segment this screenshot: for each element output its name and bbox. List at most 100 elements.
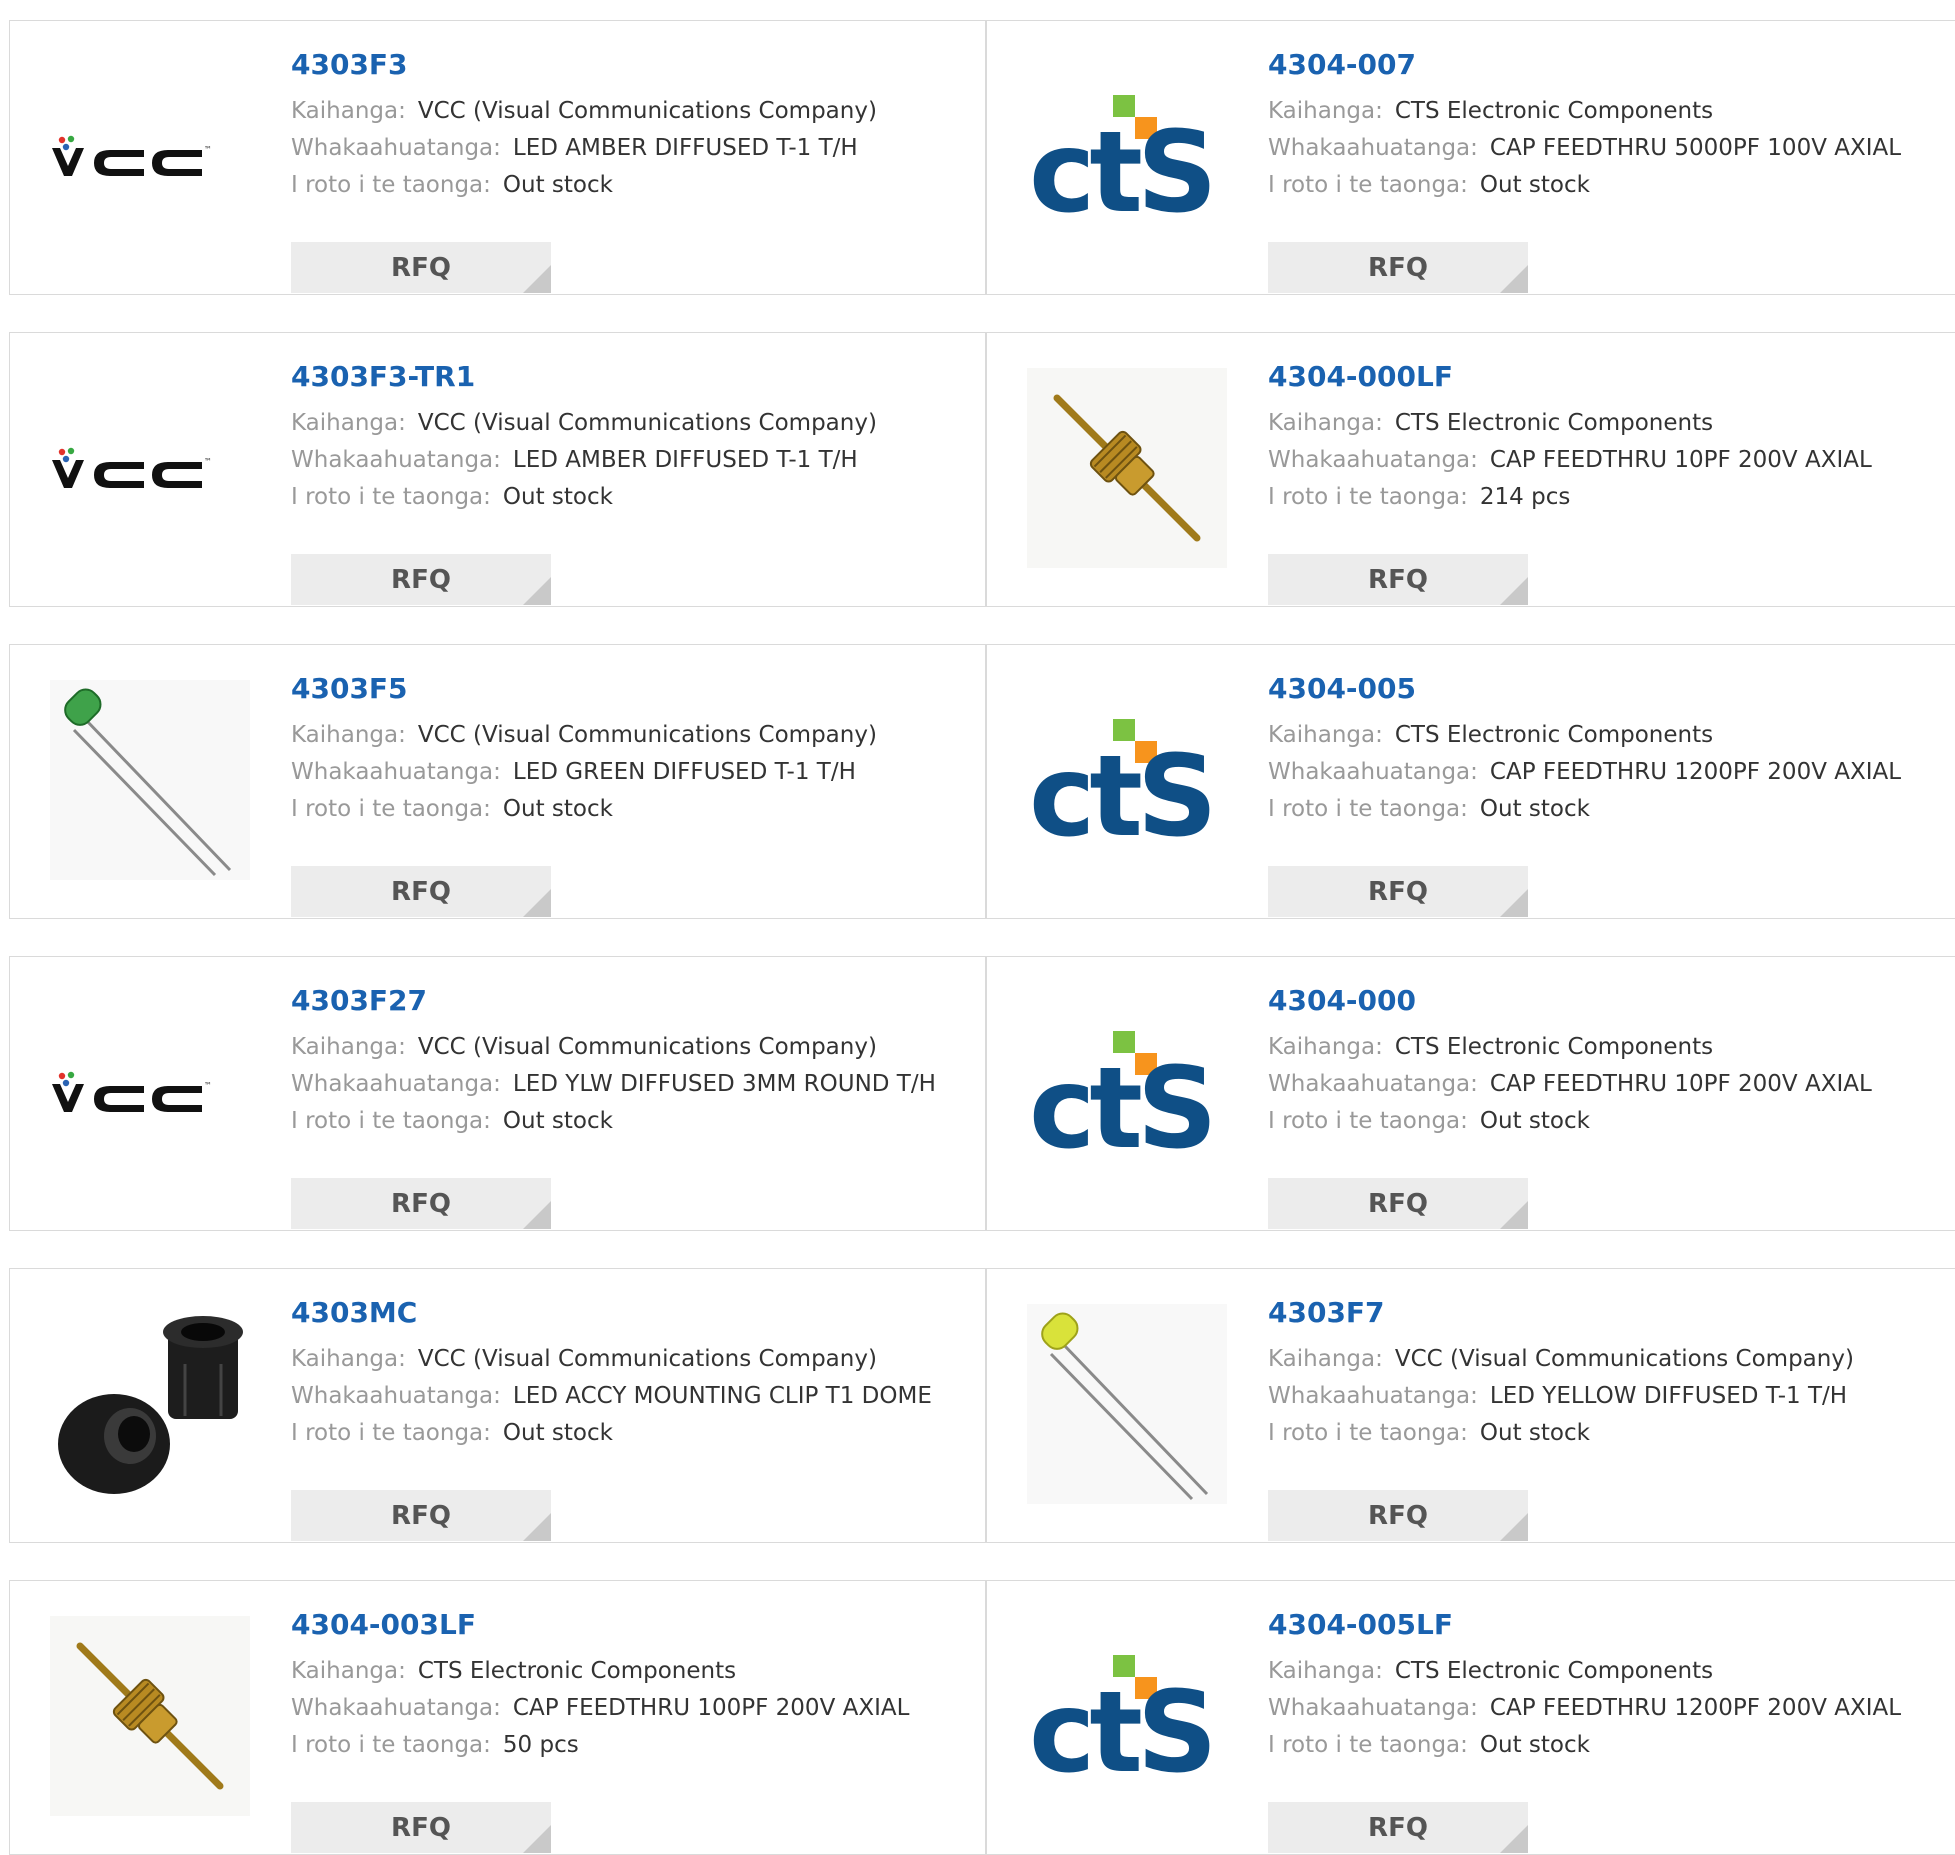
description-row: Whakaahuatanga: LED AMBER DIFFUSED T-1 T/… [291, 442, 877, 479]
manufacturer-row: Kaihanga: VCC (Visual Communications Comp… [291, 405, 877, 442]
corner-triangle-icon [1500, 577, 1528, 605]
part-number-link[interactable]: 4304-003LF [291, 1611, 909, 1639]
product-card: 4303F7 Kaihanga: VCC (Visual Communicatio… [986, 1268, 1955, 1543]
rfq-button[interactable]: RFQ [291, 1178, 551, 1229]
manufacturer-row: Kaihanga: VCC (Visual Communications Comp… [291, 1029, 936, 1066]
product-image[interactable]: ™ [50, 56, 250, 256]
rfq-button[interactable]: RFQ [291, 242, 551, 293]
rfq-label: RFQ [391, 1812, 451, 1843]
description-label: Whakaahuatanga: [1268, 1383, 1478, 1409]
stock-value: Out stock [1479, 1420, 1590, 1446]
rfq-button[interactable]: RFQ [1268, 1490, 1528, 1541]
stock-label: I roto i te taonga: [291, 1420, 491, 1446]
product-image[interactable]: ™ [50, 368, 250, 568]
manufacturer-value: CTS Electronic Components [1394, 1658, 1714, 1684]
description-label: Whakaahuatanga: [291, 1383, 501, 1409]
corner-triangle-icon [523, 577, 551, 605]
manufacturer-label: Kaihanga: [291, 98, 406, 124]
part-number-link[interactable]: 4303MC [291, 1299, 932, 1327]
corner-triangle-icon [523, 1513, 551, 1541]
product-image[interactable] [1027, 1304, 1227, 1504]
product-image[interactable]: ctS [1027, 992, 1227, 1192]
manufacturer-label: Kaihanga: [1268, 410, 1383, 436]
rfq-button[interactable]: RFQ [1268, 1178, 1528, 1229]
rfq-button[interactable]: RFQ [1268, 1802, 1528, 1853]
stock-value: Out stock [502, 1108, 613, 1134]
corner-triangle-icon [523, 1825, 551, 1853]
product-image[interactable] [50, 680, 250, 880]
product-image[interactable] [50, 1304, 250, 1504]
rfq-button[interactable]: RFQ [291, 1490, 551, 1541]
product-image[interactable]: ctS [1027, 56, 1227, 256]
description-value: CAP FEEDTHRU 100PF 200V AXIAL [512, 1695, 910, 1721]
description-row: Whakaahuatanga: LED ACCY MOUNTING CLIP T1… [291, 1378, 932, 1415]
description-value: LED YELLOW DIFFUSED T-1 T/H [1489, 1383, 1848, 1409]
description-label: Whakaahuatanga: [291, 1695, 501, 1721]
part-number-link[interactable]: 4303F3-TR1 [291, 363, 877, 391]
corner-triangle-icon [1500, 1513, 1528, 1541]
description-row: Whakaahuatanga: LED YELLOW DIFFUSED T-1 T… [1268, 1378, 1854, 1415]
corner-triangle-icon [523, 265, 551, 293]
description-value: LED AMBER DIFFUSED T-1 T/H [512, 135, 858, 161]
part-number-link[interactable]: 4303F7 [1268, 1299, 1854, 1327]
manufacturer-row: Kaihanga: CTS Electronic Components [1268, 717, 1901, 754]
part-number-link[interactable]: 4303F5 [291, 675, 877, 703]
manufacturer-value: VCC (Visual Communications Company) [417, 1034, 877, 1060]
rfq-label: RFQ [391, 1188, 451, 1219]
manufacturer-row: Kaihanga: CTS Electronic Components [1268, 1029, 1872, 1066]
stock-value: Out stock [502, 796, 613, 822]
svg-text:ctS: ctS [1029, 1044, 1212, 1157]
part-number-link[interactable]: 4304-000LF [1268, 363, 1872, 391]
stock-row: I roto i te taonga: Out stock [1268, 1103, 1872, 1140]
svg-text:ctS: ctS [1029, 732, 1212, 845]
feedthru-capacitor-icon [1027, 368, 1227, 568]
stock-row: I roto i te taonga: Out stock [1268, 1415, 1854, 1452]
stock-label: I roto i te taonga: [1268, 1732, 1468, 1758]
vcc-logo-icon: ™ [52, 1071, 212, 1112]
product-image[interactable] [50, 1616, 250, 1816]
description-label: Whakaahuatanga: [1268, 135, 1478, 161]
description-value: CAP FEEDTHRU 10PF 200V AXIAL [1489, 447, 1872, 473]
product-card: 4303F5 Kaihanga: VCC (Visual Communicatio… [9, 644, 986, 919]
product-image[interactable] [1027, 368, 1227, 568]
part-number-link[interactable]: 4303F3 [291, 51, 877, 79]
manufacturer-label: Kaihanga: [291, 722, 406, 748]
rfq-button[interactable]: RFQ [1268, 242, 1528, 293]
rfq-button[interactable]: RFQ [1268, 554, 1528, 605]
rfq-label: RFQ [1368, 876, 1428, 907]
part-number-link[interactable]: 4304-007 [1268, 51, 1901, 79]
manufacturer-row: Kaihanga: CTS Electronic Components [1268, 1653, 1901, 1690]
manufacturer-label: Kaihanga: [1268, 722, 1383, 748]
product-card: ctS 4304-000 Kaihanga: CTS Electronic Com… [986, 956, 1955, 1231]
description-value: LED ACCY MOUNTING CLIP T1 DOME [512, 1383, 932, 1409]
stock-value: Out stock [502, 172, 613, 198]
rfq-button[interactable]: RFQ [291, 866, 551, 917]
product-info: 4303F3-TR1 Kaihanga: VCC (Visual Communic… [291, 363, 877, 605]
manufacturer-row: Kaihanga: VCC (Visual Communications Comp… [291, 717, 877, 754]
part-number-link[interactable]: 4303F27 [291, 987, 936, 1015]
description-value: LED AMBER DIFFUSED T-1 T/H [512, 447, 858, 473]
rfq-label: RFQ [391, 252, 451, 283]
description-row: Whakaahuatanga: CAP FEEDTHRU 10PF 200V AX… [1268, 442, 1872, 479]
stock-row: I roto i te taonga: Out stock [291, 1415, 932, 1452]
part-number-link[interactable]: 4304-005LF [1268, 1611, 1901, 1639]
rfq-button[interactable]: RFQ [291, 554, 551, 605]
rfq-button[interactable]: RFQ [1268, 866, 1528, 917]
manufacturer-label: Kaihanga: [291, 1034, 406, 1060]
manufacturer-row: Kaihanga: VCC (Visual Communications Comp… [1268, 1341, 1854, 1378]
stock-label: I roto i te taonga: [1268, 796, 1468, 822]
rfq-button[interactable]: RFQ [291, 1802, 551, 1853]
manufacturer-value: CTS Electronic Components [1394, 722, 1714, 748]
product-image[interactable]: ctS [1027, 680, 1227, 880]
part-number-link[interactable]: 4304-000 [1268, 987, 1872, 1015]
part-number-link[interactable]: 4304-005 [1268, 675, 1901, 703]
product-card: 4304-000LF Kaihanga: CTS Electronic Compo… [986, 332, 1955, 607]
rfq-label: RFQ [1368, 1188, 1428, 1219]
product-image[interactable]: ™ [50, 992, 250, 1192]
stock-value: Out stock [1479, 172, 1590, 198]
stock-label: I roto i te taonga: [1268, 484, 1468, 510]
manufacturer-value: VCC (Visual Communications Company) [417, 98, 877, 124]
product-image[interactable]: ctS [1027, 1616, 1227, 1816]
stock-row: I roto i te taonga: Out stock [291, 1103, 936, 1140]
product-info: 4303F3 Kaihanga: VCC (Visual Communicatio… [291, 51, 877, 293]
